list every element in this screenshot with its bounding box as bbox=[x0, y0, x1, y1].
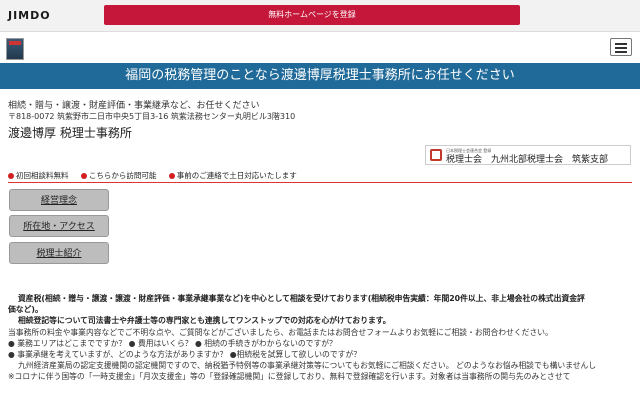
nav-button-tax-accountant-intro[interactable]: 税理士紹介 bbox=[9, 242, 109, 264]
site-subtitle: 相続・贈与・譲渡・財産評価・事業継承など、お任せください bbox=[8, 101, 260, 111]
info-item: こちらから訪問可能 bbox=[80, 170, 156, 181]
red-dot-icon bbox=[80, 173, 87, 179]
nav-button-philosophy[interactable]: 経営理念 bbox=[9, 189, 109, 211]
jimdo-top-bar: JIMDO 無料ホームページを登録 bbox=[0, 0, 640, 32]
zeirishikai-emblem-icon bbox=[430, 149, 442, 161]
zeirishikai-main-text: 税理士会 九州北部税理士会 筑紫支部 bbox=[446, 155, 609, 165]
info-highlights: 初回相談料無料 こちらから訪問可能 事前のご連絡で土日対応いたします bbox=[8, 170, 632, 183]
zeirishikai-logo[interactable]: 日本税理士会連合会 登録 税理士会 九州北部税理士会 筑紫支部 bbox=[425, 145, 631, 165]
info-item: 事前のご連絡で土日対応いたします bbox=[168, 170, 297, 181]
body-line: 当事務所の料金や事業内容などでご不明な点や、ご質問などがございましたら、お電話ま… bbox=[8, 327, 553, 337]
hamburger-menu-icon[interactable] bbox=[610, 38, 632, 56]
info-item: 初回相談料無料 bbox=[8, 170, 69, 181]
body-line: ● 事業承継を考えていますが、どのような方法がありますか？ ●相続税を試算して欲… bbox=[8, 350, 362, 360]
page-banner-title: 福岡の税務管理のことなら渡邊博厚税理士事務所にお任せください bbox=[0, 63, 640, 89]
nav-button-access[interactable]: 所在地・アクセス bbox=[9, 215, 109, 237]
body-line: 相続登記等について司法書士や弁護士等の専門家とも連携してワンストップでの対応を心… bbox=[18, 316, 391, 326]
red-dot-icon bbox=[168, 173, 175, 179]
jimdo-logo[interactable]: JIMDO bbox=[8, 9, 51, 22]
body-line: 資産税(相続・贈与・譲渡・譲渡・財産評価・事業承継事業など)を中心として相談を受… bbox=[18, 294, 585, 303]
body-line: ※コロナに伴う国等の「一時支援金」「月次支援金」等の「登録確認機関」に登録してお… bbox=[8, 372, 571, 382]
body-line: 価など)。 bbox=[8, 305, 43, 315]
main-body-text: 資産税(相続・贈与・譲渡・譲渡・財産評価・事業承継事業など)を中心として相談を受… bbox=[8, 293, 634, 383]
body-line: ● 業務エリアはどこまでですか？ ● 費用はいくら？ ● 相続の手続きがわからな… bbox=[8, 338, 337, 348]
body-line: 九州経済産業局の認定支援機関の認定機関ですので、納税猶予特例等の事業承継対策等に… bbox=[18, 361, 597, 371]
site-logo-thumbnail[interactable] bbox=[6, 38, 24, 60]
office-address: 〒818-0072 筑紫野市二日市中央5丁目3-16 筑紫法務センター丸明ビル3… bbox=[8, 112, 296, 121]
register-free-homepage-button[interactable]: 無料ホームページを登録 bbox=[104, 5, 520, 25]
office-name: 渡邊博厚 税理士事務所 bbox=[8, 126, 132, 140]
red-dot-icon bbox=[8, 173, 14, 179]
